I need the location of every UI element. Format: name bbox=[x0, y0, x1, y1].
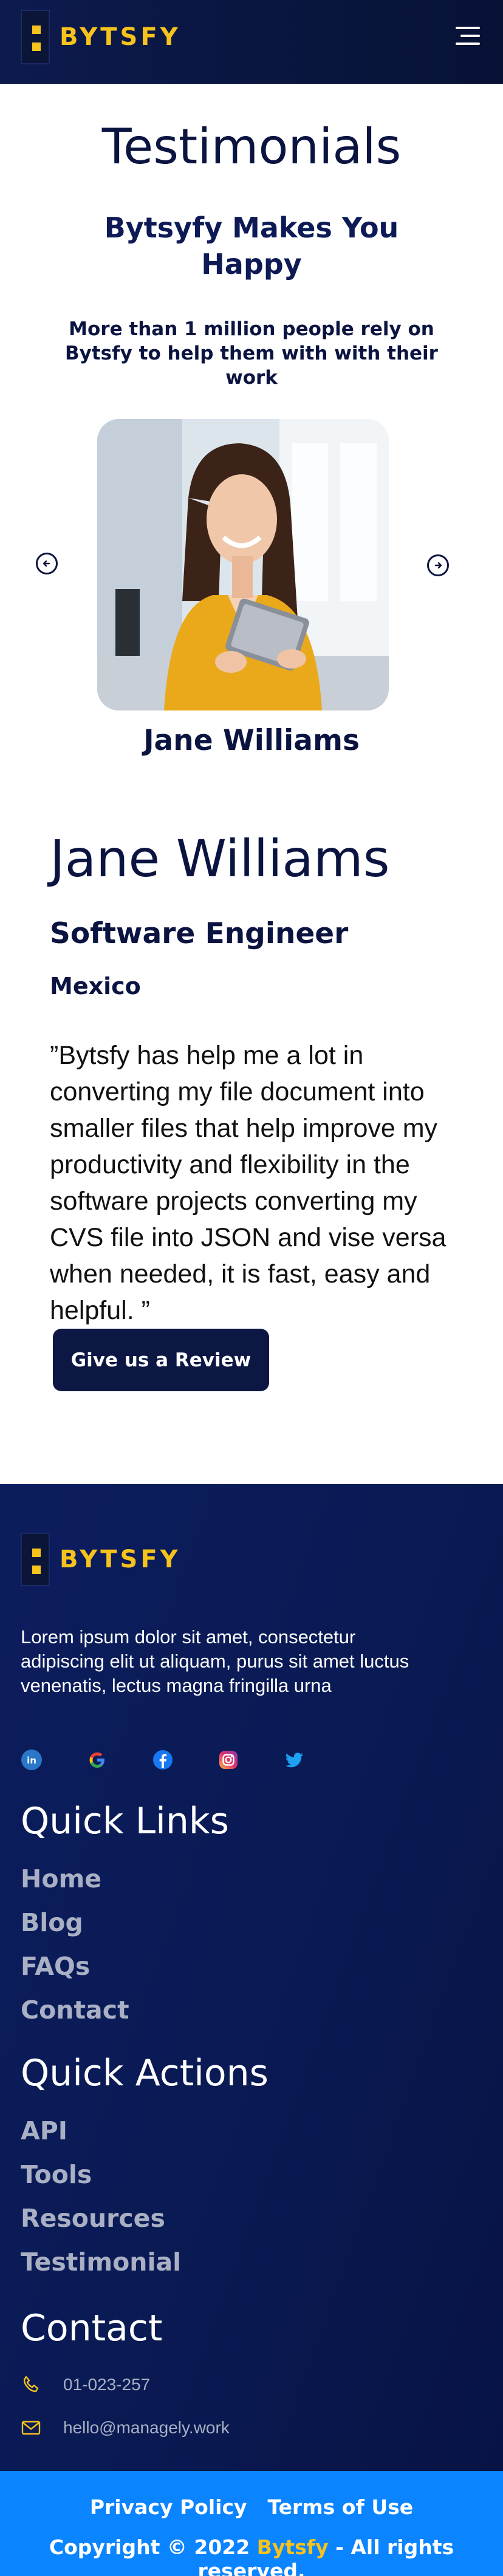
linkedin-icon[interactable]: in bbox=[21, 1749, 43, 1771]
social-links: in bbox=[21, 1749, 349, 1771]
reviewer-country: Mexico bbox=[50, 973, 141, 1000]
quick-action-resources[interactable]: Resources bbox=[21, 2204, 165, 2233]
legal-bar: Privacy Policy Terms of Use Copyright © … bbox=[0, 2471, 503, 2576]
email-address: hello@managely.work bbox=[63, 2418, 230, 2437]
terms-of-use-link[interactable]: Terms of Use bbox=[268, 2495, 414, 2519]
mail-icon bbox=[21, 2421, 41, 2435]
reviewer-role: Software Engineer bbox=[50, 917, 349, 950]
facebook-icon[interactable] bbox=[152, 1749, 174, 1771]
logo[interactable]: BYTSFY bbox=[21, 10, 181, 64]
logo-text: BYTSFY bbox=[60, 23, 181, 51]
phone-icon bbox=[23, 2376, 39, 2393]
quick-action-testimonial[interactable]: Testimonial bbox=[21, 2247, 181, 2277]
privacy-policy-link[interactable]: Privacy Policy bbox=[90, 2495, 247, 2519]
reviewer-quote: ”Bytsfy has help me a lot in converting … bbox=[50, 1041, 447, 1325]
twitter-icon[interactable] bbox=[283, 1749, 305, 1771]
site-footer: BYTSFY Lorem ipsum dolor sit amet, conse… bbox=[0, 1484, 503, 2471]
arrow-right-circle-icon[interactable] bbox=[427, 554, 449, 576]
logo-mark-icon bbox=[21, 10, 50, 64]
arrow-left-circle-icon[interactable] bbox=[36, 553, 58, 574]
quick-link-faqs[interactable]: FAQs bbox=[21, 1952, 90, 1981]
testimonial-photo bbox=[97, 419, 389, 710]
give-review-button[interactable]: Give us a Review bbox=[53, 1329, 269, 1391]
contact-title: Contact bbox=[21, 2307, 163, 2349]
testimonials-description: More than 1 million people rely on Bytsf… bbox=[65, 318, 438, 389]
testimonial-name: Jane Williams bbox=[143, 724, 360, 757]
hamburger-menu-icon[interactable] bbox=[456, 27, 480, 50]
testimonials-title: Testimonials bbox=[101, 118, 402, 175]
quick-link-blog[interactable]: Blog bbox=[21, 1908, 83, 1937]
contact-phone[interactable]: 01-023-257 bbox=[21, 2374, 150, 2395]
quick-link-contact[interactable]: Contact bbox=[21, 1995, 129, 2025]
copyright-prefix: Copyright © 2022 bbox=[49, 2535, 250, 2559]
reviewer-name: Jane Williams bbox=[50, 829, 390, 888]
copyright: Copyright © 2022 Bytsfy - All rights res… bbox=[0, 2535, 503, 2576]
footer-logo-mark-icon bbox=[21, 1533, 50, 1586]
quick-links-title: Quick Links bbox=[21, 1800, 229, 1842]
quick-action-api[interactable]: API bbox=[21, 2116, 67, 2145]
quick-action-tools[interactable]: Tools bbox=[21, 2160, 92, 2189]
quick-link-home[interactable]: Home bbox=[21, 1864, 101, 1893]
footer-logo-text: BYTSFY bbox=[60, 1545, 181, 1573]
google-icon[interactable] bbox=[86, 1749, 108, 1771]
quick-actions-title: Quick Actions bbox=[21, 2052, 269, 2094]
instagram-icon[interactable] bbox=[217, 1749, 239, 1771]
copyright-brand[interactable]: Bytsfy bbox=[257, 2535, 329, 2559]
footer-logo[interactable]: BYTSFY bbox=[21, 1533, 181, 1586]
phone-number: 01-023-257 bbox=[63, 2375, 151, 2394]
svg-text:in: in bbox=[27, 1755, 36, 1766]
contact-email[interactable]: hello@managely.work bbox=[21, 2418, 230, 2438]
footer-about: Lorem ipsum dolor sit amet, consectetur … bbox=[21, 1626, 409, 1696]
site-header: BYTSFY bbox=[0, 0, 503, 84]
testimonials-subtitle: Bytsyfy Makes You Happy bbox=[104, 211, 399, 281]
